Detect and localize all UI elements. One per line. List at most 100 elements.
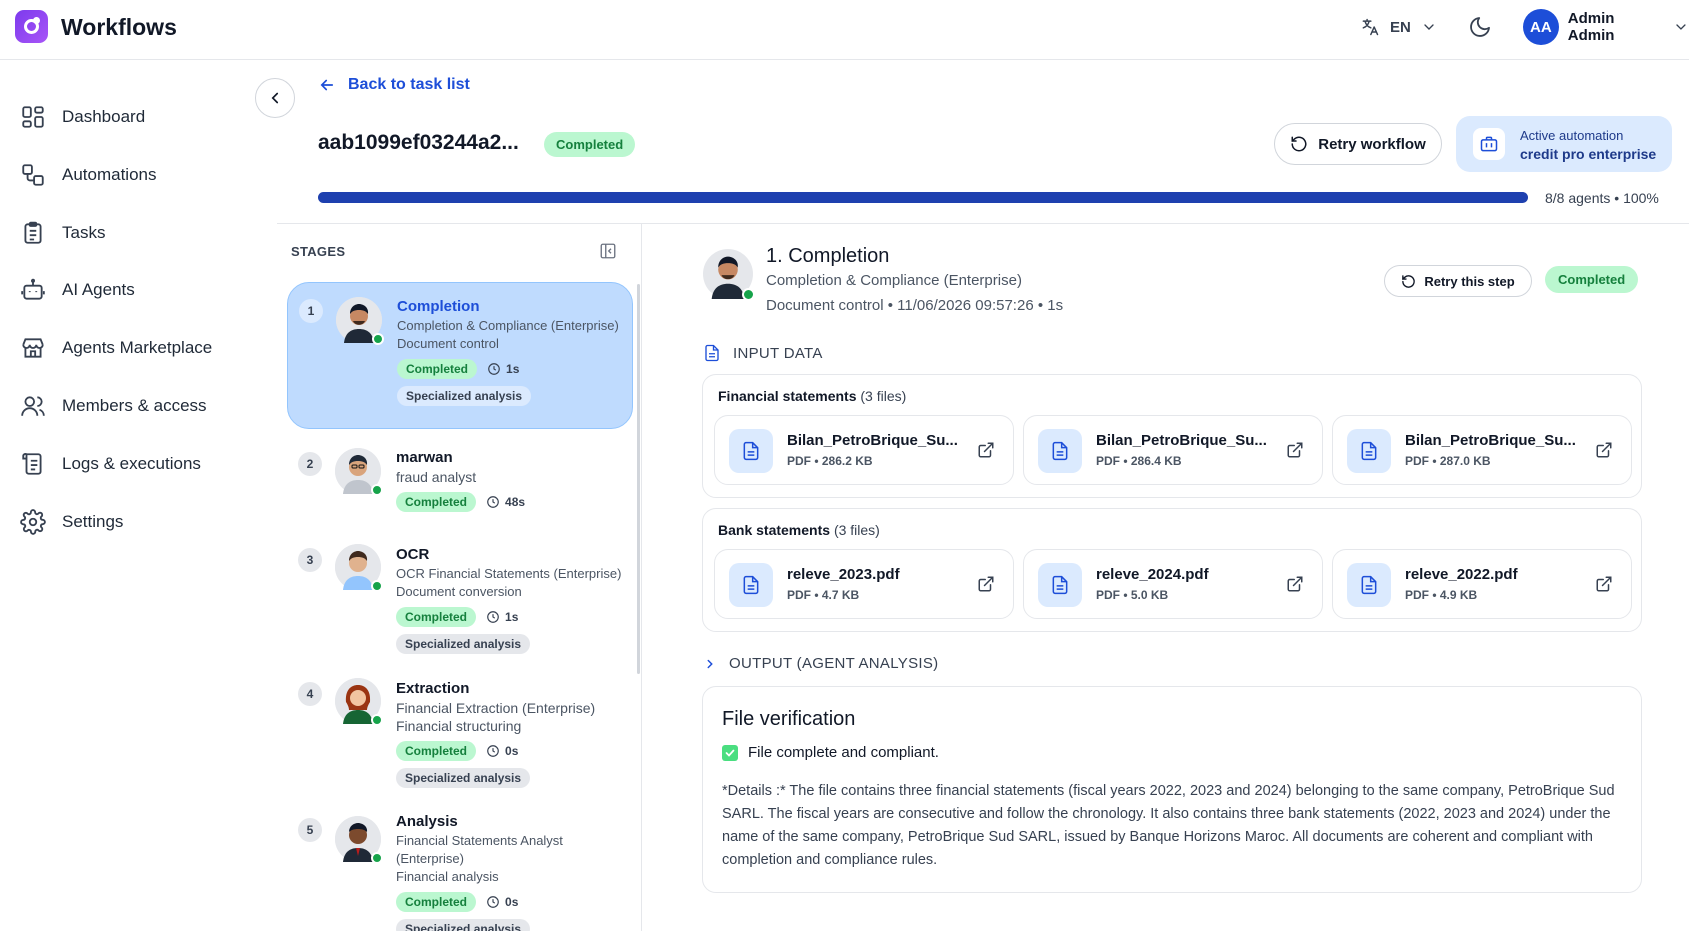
avatar: AA bbox=[1523, 9, 1559, 45]
stage-number: 1 bbox=[299, 299, 323, 323]
workflow-progress-bar bbox=[318, 192, 1528, 203]
file-name: releve_2022.pdf bbox=[1405, 566, 1518, 583]
sidebar-item-logs-executions[interactable]: Logs & executions bbox=[20, 449, 201, 479]
clock-icon bbox=[487, 745, 499, 757]
app-logo-icon[interactable] bbox=[15, 10, 48, 43]
stage-agent: Completion & Compliance (Enterprise) bbox=[397, 318, 619, 333]
sidebar-item-label: Dashboard bbox=[62, 107, 146, 126]
status-badge: Completed bbox=[1545, 266, 1639, 293]
back-to-task-list-link[interactable]: Back to task list bbox=[318, 76, 470, 94]
language-selector[interactable]: EN bbox=[1360, 17, 1437, 37]
stage-category: Document conversion bbox=[396, 584, 522, 599]
external-link-icon[interactable] bbox=[1286, 441, 1304, 464]
input-data-header: INPUT DATA bbox=[703, 343, 823, 363]
stage-name: Completion bbox=[397, 298, 480, 315]
output-section-toggle[interactable]: OUTPUT (AGENT ANALYSIS) bbox=[703, 655, 938, 672]
status-badge: Completed bbox=[396, 892, 477, 912]
online-status-dot bbox=[371, 714, 383, 726]
retry-step-button[interactable]: Retry this step bbox=[1384, 265, 1532, 297]
output-title: File verification bbox=[722, 708, 856, 730]
external-link-icon[interactable] bbox=[1595, 441, 1613, 464]
file-card[interactable]: releve_2022.pdf PDF • 4.9 KB bbox=[1332, 549, 1632, 619]
clock-icon bbox=[487, 611, 499, 623]
file-card[interactable]: Bilan_PetroBrique_Su... PDF • 287.0 KB bbox=[1332, 415, 1632, 485]
file-name: Bilan_PetroBrique_Su... bbox=[1405, 432, 1576, 449]
sidebar-item-label: Members & access bbox=[62, 396, 207, 415]
theme-toggle-button[interactable] bbox=[1468, 15, 1492, 44]
stages-scrollbar[interactable] bbox=[637, 284, 640, 674]
stage-tag: Specialized analysis bbox=[396, 919, 531, 931]
user-menu[interactable]: AA Admin Admin bbox=[1523, 9, 1689, 45]
sidebar-item-members-access[interactable]: Members & access bbox=[20, 391, 207, 421]
external-link-icon[interactable] bbox=[977, 441, 995, 464]
sidebar-item-ai-agents[interactable]: AI Agents bbox=[20, 275, 135, 305]
stage-duration: 0s bbox=[486, 744, 518, 758]
step-meta: Document control • 11/06/2026 09:57:26 •… bbox=[766, 297, 1064, 314]
sidebar-item-label: AI Agents bbox=[62, 280, 135, 299]
panel-collapse-icon bbox=[600, 243, 616, 259]
online-status-dot bbox=[372, 333, 384, 345]
status-badge: Completed bbox=[544, 132, 636, 157]
chevron-left-icon bbox=[271, 92, 279, 104]
stage-item-marwan[interactable]: 2 marwan fraud analyst Completed 48s bbox=[287, 442, 633, 522]
file-icon bbox=[729, 563, 773, 607]
status-badge: Completed bbox=[396, 741, 477, 761]
back-link-label: Back to task list bbox=[348, 76, 470, 93]
section-title: INPUT DATA bbox=[733, 344, 823, 362]
collapse-panel-button[interactable] bbox=[599, 242, 617, 265]
workflow-progress-fill bbox=[318, 192, 1528, 203]
status-badge: Completed bbox=[396, 492, 477, 512]
file-card[interactable]: Bilan_PetroBrique_Su... PDF • 286.2 KB bbox=[714, 415, 1014, 485]
external-link-icon[interactable] bbox=[1595, 575, 1613, 598]
logs-icon bbox=[22, 453, 42, 475]
duration-value: 0s bbox=[505, 895, 519, 909]
status-badge: Completed bbox=[397, 359, 478, 379]
section-title: OUTPUT (AGENT ANALYSIS) bbox=[729, 655, 939, 672]
stage-item-extraction[interactable]: 4 Extraction Financial Extraction (Enter… bbox=[287, 673, 633, 798]
sidebar-item-tasks[interactable]: Tasks bbox=[20, 218, 105, 248]
progress-label: 8/8 agents • 100% bbox=[1545, 190, 1659, 206]
sidebar-collapse-button[interactable] bbox=[255, 78, 295, 118]
stage-item-analysis[interactable]: 5 Analysis Financial Statements Analyst … bbox=[287, 811, 633, 931]
briefcase-icon bbox=[1473, 128, 1505, 160]
file-meta: PDF • 286.4 KB bbox=[1096, 454, 1182, 468]
file-card[interactable]: Bilan_PetroBrique_Su... PDF • 286.4 KB bbox=[1023, 415, 1323, 485]
file-card[interactable]: releve_2023.pdf PDF • 4.7 KB bbox=[714, 549, 1014, 619]
agent-avatar bbox=[335, 448, 383, 496]
stage-tag: Specialized analysis bbox=[396, 634, 531, 654]
sidebar-item-settings[interactable]: Settings bbox=[20, 507, 123, 537]
file-meta: PDF • 4.7 KB bbox=[787, 588, 860, 602]
sidebar-item-automations[interactable]: Automations bbox=[20, 160, 157, 190]
active-automation-card[interactable]: Active automation credit pro enterprise bbox=[1456, 116, 1672, 172]
clock-icon bbox=[487, 896, 499, 908]
external-link-icon[interactable] bbox=[1286, 575, 1304, 598]
stage-item-ocr[interactable]: 3 OCR OCR Financial Statements (Enterpri… bbox=[287, 539, 633, 664]
stage-tag: Specialized analysis bbox=[396, 768, 531, 788]
top-bar: Workflows EN AA Admin Admin bbox=[0, 0, 1689, 60]
output-details: *Details :* The file contains three fina… bbox=[722, 783, 1615, 868]
gear-icon bbox=[20, 509, 46, 535]
duration-value: 1s bbox=[505, 610, 519, 624]
stage-tag: Specialized analysis bbox=[397, 386, 532, 406]
external-link-icon[interactable] bbox=[977, 575, 995, 598]
stage-item-completion[interactable]: 1 Completion Completion & Compliance (En… bbox=[287, 282, 633, 429]
file-icon bbox=[1347, 563, 1391, 607]
file-card[interactable]: releve_2024.pdf PDF • 5.0 KB bbox=[1023, 549, 1323, 619]
sidebar-item-agents-marketplace[interactable]: Agents Marketplace bbox=[20, 333, 212, 363]
language-label: EN bbox=[1390, 18, 1411, 36]
stage-duration: 48s bbox=[486, 495, 525, 509]
file-name: releve_2023.pdf bbox=[787, 566, 900, 583]
file-name: releve_2024.pdf bbox=[1096, 566, 1209, 583]
retry-workflow-button[interactable]: Retry workflow bbox=[1274, 123, 1442, 165]
clipboard-icon bbox=[24, 221, 42, 244]
sidebar-item-dashboard[interactable]: Dashboard bbox=[20, 102, 145, 132]
online-status-dot bbox=[371, 852, 383, 864]
dashboard-icon bbox=[22, 106, 44, 128]
group-name: Bank statements bbox=[718, 522, 831, 538]
chevron-right-icon bbox=[707, 659, 713, 668]
online-status-dot bbox=[742, 288, 755, 301]
agent-avatar bbox=[335, 544, 383, 592]
stage-duration: 1s bbox=[487, 362, 519, 376]
group-name: Financial statements bbox=[718, 388, 857, 404]
retry-step-label: Retry this step bbox=[1424, 273, 1515, 289]
